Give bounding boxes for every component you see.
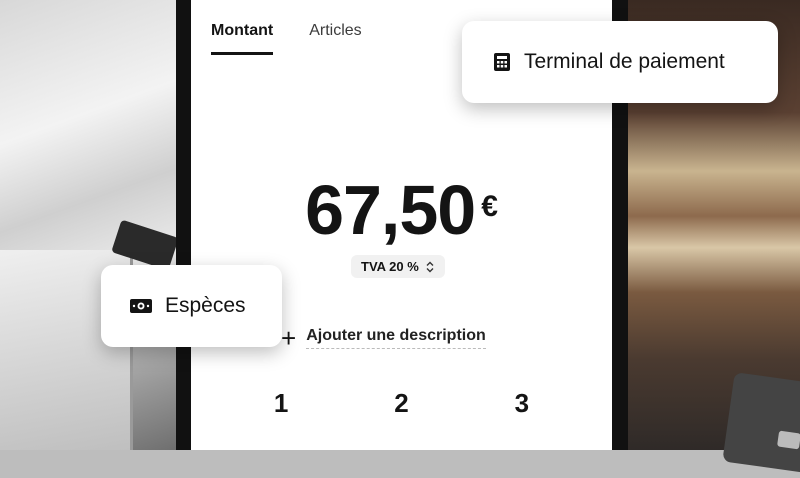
key-3[interactable]: 3 (492, 388, 552, 419)
tab-montant[interactable]: Montant (211, 22, 274, 55)
tab-articles[interactable]: Articles (309, 22, 361, 55)
vat-selector[interactable]: TVA 20 % (351, 255, 445, 278)
bank-card (722, 372, 800, 478)
numeric-keypad: 1 2 3 (191, 388, 612, 419)
plus-icon: + (281, 323, 297, 353)
add-description-button[interactable]: + Ajouter une description (281, 325, 486, 351)
sort-chevrons-icon (426, 261, 434, 272)
amount-display: 67,50 € (191, 170, 612, 250)
banknote-icon (130, 299, 152, 313)
payment-terminal-label: Terminal de paiement (524, 50, 725, 73)
add-description-label: Ajouter une description (306, 327, 486, 349)
currency-symbol: € (481, 190, 498, 223)
tab-bar: Montant Articles (211, 22, 362, 55)
cash-option[interactable]: Espèces (101, 265, 282, 347)
payment-terminal-option[interactable]: Terminal de paiement (462, 21, 778, 103)
amount-value: 67,50 (305, 171, 476, 249)
calculator-icon (494, 53, 510, 71)
background-photo-left (0, 0, 185, 450)
key-1[interactable]: 1 (251, 388, 311, 419)
key-2[interactable]: 2 (371, 388, 431, 419)
cash-label: Espèces (165, 294, 246, 317)
card-chip (776, 430, 800, 450)
vat-label: TVA 20 % (361, 259, 419, 274)
